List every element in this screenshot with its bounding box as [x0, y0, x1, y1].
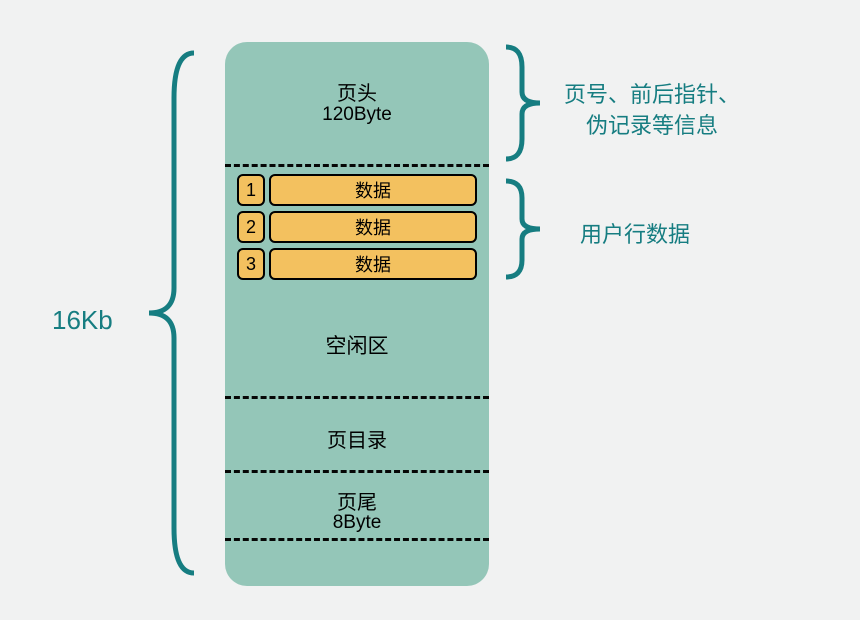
left-brace-icon: [134, 48, 204, 578]
total-size-label: 16Kb: [52, 305, 113, 336]
page-footer-size: 8Byte: [225, 512, 489, 534]
header-desc-line2: 伪记录等信息: [586, 113, 718, 138]
page-block: 页头 120Byte 1 数据 2 数据 3 数据 空闲区 页目录 页尾 8By…: [225, 42, 489, 586]
data-row: 1 数据: [237, 174, 477, 206]
right-brace-header-icon: [500, 42, 548, 164]
divider-2: [225, 396, 489, 399]
row-number: 3: [237, 248, 265, 280]
header-desc-line1: 页号、前后指针、: [564, 82, 740, 107]
row-number: 2: [237, 211, 265, 243]
page-header-size: 120Byte: [225, 104, 489, 126]
right-brace-data-icon: [500, 176, 548, 282]
row-label: 数据: [269, 211, 477, 243]
header-description: 页号、前后指针、 伪记录等信息: [564, 80, 740, 142]
data-row: 3 数据: [237, 248, 477, 280]
page-directory-label: 页目录: [225, 424, 489, 453]
divider-4: [225, 538, 489, 541]
page-header-title: 页头: [225, 77, 489, 106]
data-row: 2 数据: [237, 211, 477, 243]
row-label: 数据: [269, 174, 477, 206]
divider-3: [225, 470, 489, 473]
data-rows-container: 1 数据 2 数据 3 数据: [237, 174, 477, 285]
page-footer-title: 页尾: [225, 486, 489, 515]
data-description: 用户行数据: [580, 217, 690, 249]
row-number: 1: [237, 174, 265, 206]
free-area-label: 空闲区: [225, 330, 489, 360]
divider-1: [225, 164, 489, 167]
row-label: 数据: [269, 248, 477, 280]
